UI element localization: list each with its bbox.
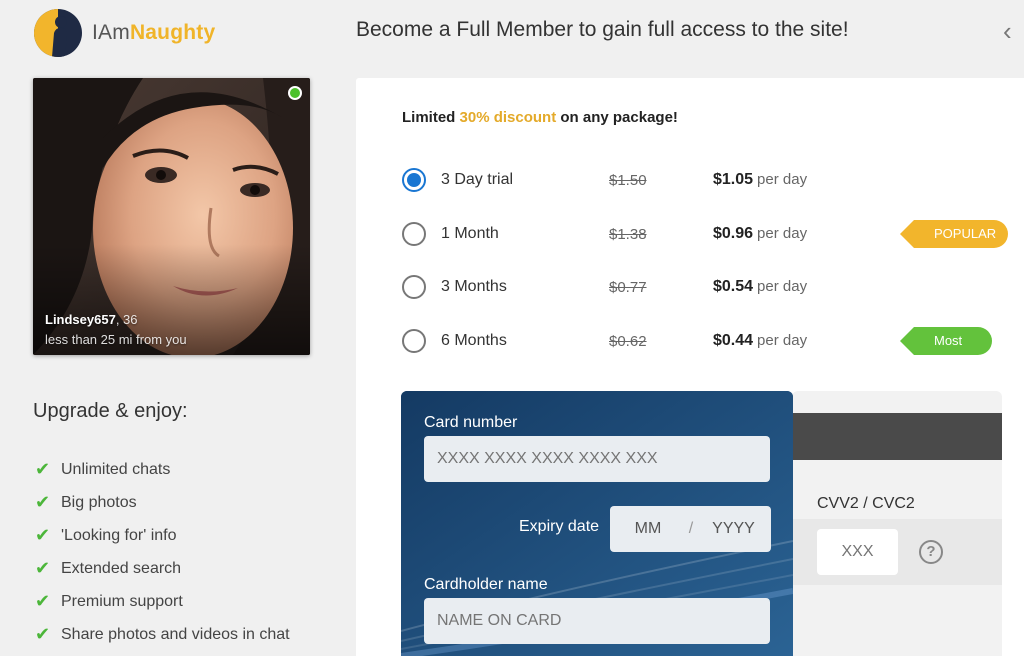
- benefit-label: Big photos: [61, 493, 137, 511]
- card-front: Card number Expiry date MM / YYYY Cardho…: [401, 391, 793, 656]
- plan-price-value: $1.05: [713, 171, 754, 188]
- profile-card[interactable]: Lindsey657, 36 less than 25 mi from you: [33, 78, 310, 355]
- profile-name: Lindsey657: [45, 312, 116, 327]
- plan-new-price: $0.96 per day: [713, 225, 807, 243]
- plan-old-price: $0.77: [609, 278, 647, 296]
- profile-age: , 36: [115, 312, 138, 327]
- plan-radio[interactable]: [402, 329, 426, 353]
- card-number-label: Card number: [424, 414, 518, 431]
- brand-logo-icon: [34, 9, 82, 57]
- benefit-item: ✔ Premium support: [35, 585, 290, 618]
- cvv-input[interactable]: [817, 529, 898, 575]
- plan-option-3-day[interactable]: 3 Day trial $1.50 $1.05 per day: [402, 167, 982, 193]
- expiry-separator: /: [688, 520, 694, 537]
- plan-price-value: $0.54: [713, 278, 754, 295]
- check-icon: ✔: [35, 624, 51, 644]
- discount-banner: Limited 30% discount on any package!: [402, 109, 678, 126]
- expiry-year-input[interactable]: YYYY: [696, 520, 771, 538]
- brand-logo[interactable]: IAmNaughty: [34, 9, 215, 57]
- popular-tag: POPULAR: [899, 220, 1009, 248]
- plan-price-unit: per day: [757, 171, 808, 188]
- cvv-row: ?: [792, 519, 1002, 585]
- benefit-label: 'Looking for' info: [61, 526, 177, 544]
- card-back: CVV2 / CVC2 ?: [792, 391, 1002, 656]
- profile-distance: less than 25 mi from you: [45, 332, 187, 347]
- magnetic-stripe: [792, 413, 1002, 460]
- chevron-left-icon[interactable]: ‹: [1003, 18, 1012, 44]
- benefit-label: Extended search: [61, 559, 182, 577]
- check-icon: ✔: [35, 558, 51, 578]
- check-icon: ✔: [35, 492, 51, 512]
- cardholder-input[interactable]: [424, 598, 770, 644]
- plan-option-3-months[interactable]: 3 Months $0.77 $0.54 per day: [402, 274, 982, 300]
- plan-new-price: $0.44 per day: [713, 332, 807, 350]
- benefit-label: Share photos and videos in chat: [61, 625, 290, 643]
- cardholder-label: Cardholder name: [424, 576, 548, 593]
- most-savings-tag: Most Savings: [899, 327, 993, 376]
- plan-price-unit: per day: [757, 225, 808, 242]
- profile-info: Lindsey657, 36 less than 25 mi from you: [45, 312, 187, 347]
- discount-prefix: Limited: [402, 109, 460, 126]
- expiry-field[interactable]: MM / YYYY: [610, 506, 771, 552]
- benefit-item: ✔ 'Looking for' info: [35, 519, 290, 552]
- expiry-month-input[interactable]: MM: [610, 520, 686, 538]
- discount-suffix: on any package!: [556, 109, 678, 126]
- check-icon: ✔: [35, 591, 51, 611]
- plan-price-unit: per day: [757, 278, 808, 295]
- benefit-item: ✔ Share photos and videos in chat: [35, 618, 290, 651]
- plan-name: 3 Day trial: [441, 171, 514, 188]
- page-title: Become a Full Member to gain full access…: [356, 18, 849, 41]
- plan-old-price: $1.38: [609, 225, 647, 243]
- plan-old-price: $1.50: [609, 171, 647, 189]
- check-icon: ✔: [35, 459, 51, 479]
- discount-highlight: 30% discount: [459, 109, 557, 126]
- plan-option-6-months[interactable]: 6 Months $0.62 $0.44 per day Most Savings: [402, 327, 993, 376]
- brand-name-accent: Naughty: [129, 21, 216, 44]
- payment-panel: Limited 30% discount on any package! 3 D…: [356, 78, 1024, 656]
- brand-name: IAmNaughty: [92, 21, 215, 45]
- plan-old-price: $0.62: [609, 332, 647, 350]
- plan-new-price: $1.05 per day: [713, 171, 807, 189]
- benefit-label: Unlimited chats: [61, 460, 171, 478]
- plan-price-value: $0.96: [713, 225, 754, 242]
- benefit-label: Premium support: [61, 592, 183, 610]
- expiry-label: Expiry date: [519, 518, 600, 535]
- plan-radio[interactable]: [402, 275, 426, 299]
- plan-price-value: $0.44: [713, 332, 754, 349]
- benefit-item: ✔ Unlimited chats: [35, 453, 290, 486]
- benefit-item: ✔ Big photos: [35, 486, 290, 519]
- plan-option-1-month[interactable]: 1 Month $1.38 $0.96 per day POPULAR: [402, 220, 1009, 248]
- card-number-input[interactable]: [424, 436, 770, 482]
- online-status-icon: [288, 86, 302, 100]
- check-icon: ✔: [35, 525, 51, 545]
- plan-price-unit: per day: [757, 332, 808, 349]
- upgrade-title: Upgrade & enjoy:: [33, 400, 188, 422]
- plan-name: 3 Months: [441, 278, 507, 295]
- cvv-label: CVV2 / CVC2: [817, 495, 915, 512]
- plan-new-price: $0.54 per day: [713, 278, 807, 296]
- plan-name: 1 Month: [441, 225, 499, 242]
- brand-name-plain: IAm: [92, 21, 130, 44]
- plan-radio[interactable]: [402, 222, 426, 246]
- help-icon[interactable]: ?: [919, 540, 943, 564]
- plan-radio-selected[interactable]: [402, 168, 426, 192]
- benefits-list: ✔ Unlimited chats ✔ Big photos ✔ 'Looking f…: [35, 453, 290, 651]
- benefit-item: ✔ Extended search: [35, 552, 290, 585]
- plan-name: 6 Months: [441, 332, 507, 349]
